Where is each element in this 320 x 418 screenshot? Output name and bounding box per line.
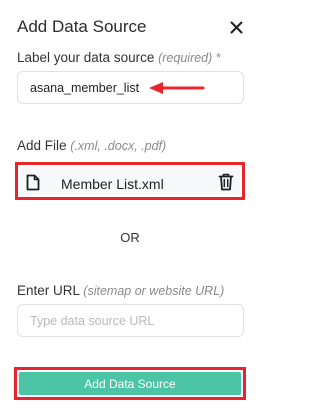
label-field-hint: (required) [158, 51, 213, 65]
url-field-text: Enter URL [17, 283, 80, 298]
data-source-url-input[interactable] [17, 304, 244, 337]
label-field-text: Label your data source [17, 50, 155, 65]
data-source-label-input[interactable] [17, 71, 244, 104]
or-separator: OR [120, 230, 140, 245]
submit-highlight: Add Data Source [14, 367, 246, 400]
required-mark: * [216, 51, 221, 65]
dialog-header: Add Data Source [17, 16, 245, 40]
file-field-hint: (.xml, .docx, .pdf) [70, 139, 167, 153]
uploaded-file-highlight: Member List.xml [15, 162, 245, 200]
file-name: Member List.xml [61, 176, 164, 192]
file-field-label: Add File (.xml, .docx, .pdf) [17, 138, 166, 153]
annotation-arrow [149, 82, 205, 94]
label-field-label: Label your data source (required) * [17, 50, 221, 65]
uploaded-file-item: Member List.xml [20, 167, 240, 195]
add-data-source-button[interactable]: Add Data Source [19, 372, 241, 395]
trash-icon[interactable] [218, 173, 234, 196]
dialog-title: Add Data Source [17, 17, 147, 36]
close-icon[interactable] [227, 18, 245, 36]
url-field-hint: (sitemap or website URL) [83, 284, 225, 298]
url-field-label: Enter URL (sitemap or website URL) [17, 283, 224, 298]
file-field-text: Add File [17, 138, 67, 153]
file-icon [26, 174, 40, 196]
